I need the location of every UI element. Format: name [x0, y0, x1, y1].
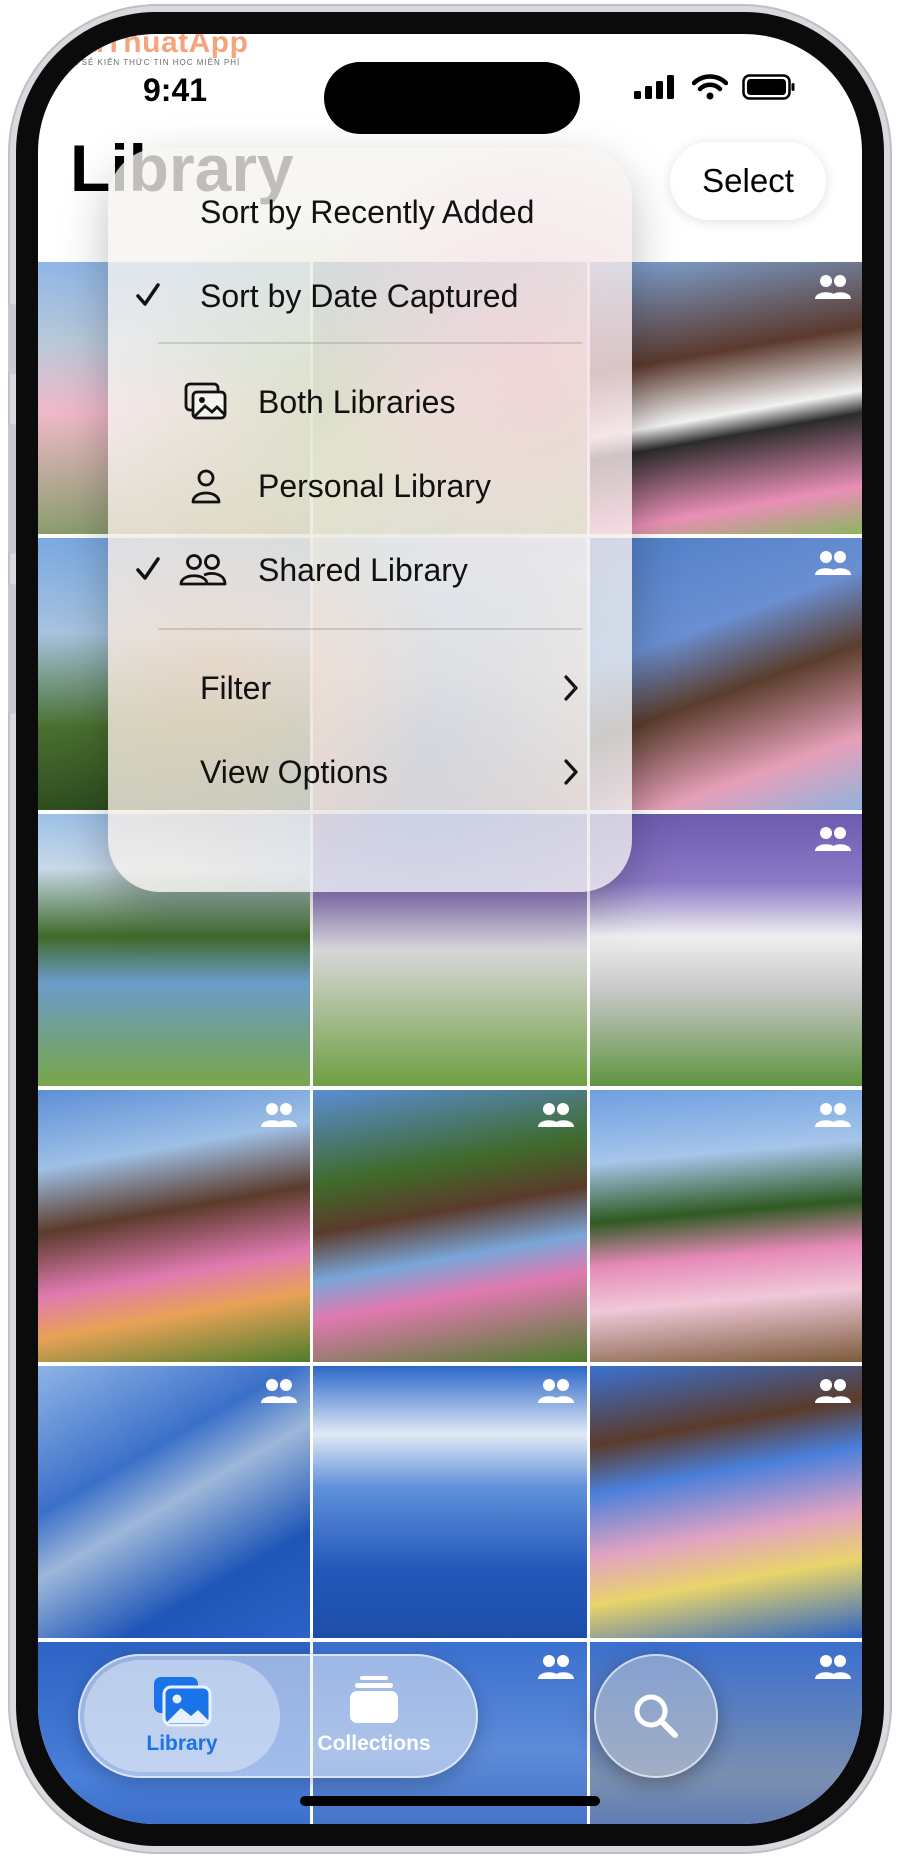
checkmark-icon [136, 557, 160, 580]
search-button[interactable] [594, 1654, 718, 1778]
screen: ThuThuatApp CHIA SẺ KIẾN THỨC TIN HỌC MI… [38, 34, 862, 1824]
wifi-icon [692, 74, 728, 100]
menu-item-label: Personal Library [258, 467, 491, 504]
home-indicator[interactable] [300, 1796, 600, 1806]
tab-label: Collections [317, 1732, 431, 1755]
menu-item-both-libraries[interactable]: Both Libraries [108, 360, 632, 444]
shared-library-badge-icon [538, 1655, 574, 1679]
people-icon [179, 554, 227, 586]
status-time: 9:41 [143, 72, 208, 108]
photo-thumbnail[interactable] [313, 1090, 587, 1362]
photo-thumbnail[interactable] [313, 1366, 587, 1638]
chevron-right-icon [564, 675, 578, 701]
shared-library-badge-icon [815, 1655, 851, 1679]
battery-icon [742, 74, 795, 100]
photo-thumbnail[interactable] [38, 1090, 310, 1362]
magnifying-glass-icon [634, 1694, 678, 1738]
shared-library-badge-icon [538, 1379, 574, 1403]
menu-item-label: Sort by Recently Added [200, 193, 535, 230]
shared-library-badge-icon [815, 1103, 851, 1127]
menu-item-label: Sort by Date Captured [200, 277, 519, 314]
menu-item-label: View Options [200, 753, 388, 790]
menu-item-label: Shared Library [258, 551, 468, 588]
photos-stack-icon [184, 382, 227, 420]
sort-options-menu: Sort by Recently Added Sort by Date Capt… [108, 148, 632, 892]
photo-thumbnail[interactable] [590, 1366, 862, 1638]
menu-divider [158, 628, 582, 630]
tab-library[interactable]: Library [84, 1660, 280, 1772]
shared-library-badge-icon [538, 1103, 574, 1127]
shared-library-badge-icon [815, 275, 851, 299]
menu-item-sort-recently-added[interactable]: Sort by Recently Added [108, 170, 632, 254]
photo-thumbnail[interactable] [38, 1366, 310, 1638]
menu-item-label: Filter [200, 669, 272, 706]
collections-stack-icon [350, 1676, 398, 1723]
shared-library-badge-icon [815, 827, 851, 851]
checkmark-icon [136, 283, 160, 306]
tab-bar: Library Collections [78, 1654, 478, 1778]
photo-thumbnail[interactable] [590, 1090, 862, 1362]
shared-library-badge-icon [815, 1379, 851, 1403]
tab-label: Library [146, 1732, 218, 1755]
menu-divider [158, 342, 582, 344]
watermark-subtitle: CHIA SẺ KIẾN THỨC TIN HỌC MIỄN PHÍ [55, 58, 241, 67]
menu-item-shared-library[interactable]: Shared Library [108, 528, 632, 612]
menu-item-personal-library[interactable]: Personal Library [108, 444, 632, 528]
menu-item-sort-date-captured[interactable]: Sort by Date Captured [108, 254, 632, 338]
person-icon [191, 469, 221, 504]
chevron-right-icon [564, 759, 578, 785]
photos-library-icon [154, 1677, 212, 1727]
dynamic-island [324, 62, 580, 134]
menu-item-filter[interactable]: Filter [108, 646, 632, 730]
watermark-logo: ThuThuatApp CHIA SẺ KIẾN THỨC TIN HỌC MI… [48, 34, 248, 67]
status-icons [634, 74, 796, 100]
shared-library-badge-icon [261, 1379, 297, 1403]
shared-library-badge-icon [815, 551, 851, 575]
menu-item-label: Both Libraries [258, 383, 456, 420]
select-button[interactable]: Select [670, 142, 826, 220]
menu-item-view-options[interactable]: View Options [108, 730, 632, 814]
cellular-signal-icon [634, 75, 674, 99]
shared-library-badge-icon [261, 1103, 297, 1127]
tab-collections[interactable]: Collections [276, 1660, 472, 1772]
watermark-title: ThuThuatApp [48, 34, 249, 59]
